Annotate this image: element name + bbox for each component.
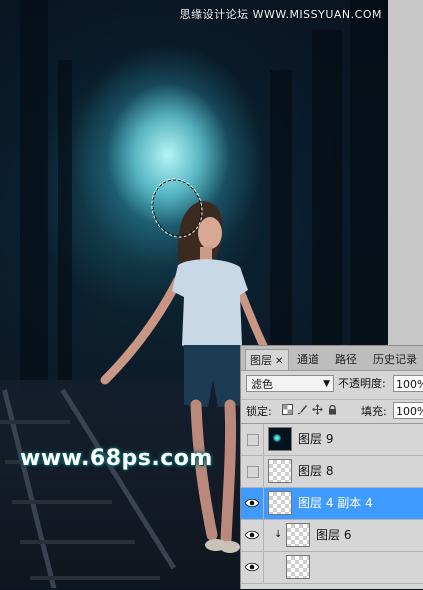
move-lock-icon[interactable] xyxy=(311,404,323,416)
opacity-label: 不透明度: xyxy=(338,377,386,390)
lock-row: 锁定: 填充: 100% xyxy=(241,399,423,422)
tab-history[interactable]: 历史记录 xyxy=(369,349,423,370)
tree-trunk xyxy=(312,30,342,390)
fill-input[interactable]: 100% xyxy=(393,402,423,419)
layer-name: 图层 6 xyxy=(316,528,352,542)
tree-trunk xyxy=(20,0,48,390)
visibility-cell[interactable] xyxy=(241,424,264,455)
tab-channels[interactable]: 通道 xyxy=(293,349,329,370)
panel-tab-bar: 图层 ✕ 通道 路径 历史记录 xyxy=(241,346,423,371)
visibility-cell[interactable] xyxy=(241,456,264,487)
brush-lock-icon[interactable] xyxy=(296,404,308,416)
tree-trunk xyxy=(58,60,72,380)
tab-paths[interactable]: 路径 xyxy=(331,349,367,370)
layer-thumbnail xyxy=(268,459,292,483)
layer-row-selected[interactable]: 图层 4 副本 4 xyxy=(241,488,423,520)
eye-icon[interactable] xyxy=(245,562,259,572)
site-watermark: www.68ps.com xyxy=(20,446,213,471)
lock-label: 锁定: xyxy=(246,405,272,418)
layer-thumbnail xyxy=(268,491,292,515)
layer-list: 图层 9 图层 8 图层 4 副本 4 ↓ 图层 6 xyxy=(241,423,423,590)
layer-thumbnail xyxy=(286,555,310,579)
visibility-cell[interactable] xyxy=(241,552,264,583)
layer-row[interactable]: 图层 8 xyxy=(241,456,423,488)
tab-layers[interactable]: 图层 ✕ xyxy=(245,349,289,370)
brand-watermark: 思缘设计论坛 WWW.MISSYUAN.COM xyxy=(179,8,382,21)
layer-name: 图层 4 副本 4 xyxy=(298,496,373,510)
tab-label: 历史记录 xyxy=(373,353,417,366)
layer-name: 图层 9 xyxy=(298,432,334,446)
visibility-cell[interactable] xyxy=(241,488,264,519)
blend-mode-value: 滤色 xyxy=(251,378,273,391)
rail-sleeper xyxy=(0,420,70,424)
layer-row[interactable]: ↓ 图层 6 xyxy=(241,520,423,552)
tab-label: 图层 xyxy=(250,354,272,367)
padlock-icon[interactable] xyxy=(326,404,338,416)
clipping-mask-icon: ↓ xyxy=(274,529,283,540)
blend-mode-select[interactable]: 滤色 ▼ xyxy=(246,375,334,392)
layer-name: 图层 8 xyxy=(298,464,334,478)
close-icon[interactable]: ✕ xyxy=(275,356,283,367)
visibility-off-icon[interactable] xyxy=(247,434,259,446)
layers-panel: 图层✕ 通道 路径 历史记录 滤色 ▼ 不透明度: 100% 锁定: xyxy=(240,345,423,589)
tree-trunk xyxy=(350,0,388,400)
eye-icon[interactable] xyxy=(245,498,259,508)
tab-label: 通道 xyxy=(297,353,319,366)
canvas-pasteboard xyxy=(388,0,423,345)
eye-icon[interactable] xyxy=(245,530,259,540)
layer-row[interactable]: 图层 9 xyxy=(241,424,423,456)
transparency-lock-icon[interactable] xyxy=(281,404,293,416)
tab-label: 路径 xyxy=(335,353,357,366)
fill-label: 填充: xyxy=(361,405,387,418)
chevron-down-icon: ▼ xyxy=(323,379,330,389)
visibility-cell[interactable] xyxy=(241,520,264,551)
opacity-input[interactable]: 100% xyxy=(393,375,423,392)
visibility-off-icon[interactable] xyxy=(247,466,259,478)
layer-row[interactable] xyxy=(241,552,423,584)
blend-row: 滤色 ▼ 不透明度: 100% xyxy=(241,373,423,395)
layer-thumbnail xyxy=(286,523,310,547)
layer-thumbnail xyxy=(268,427,292,451)
rail-sleeper xyxy=(12,500,112,504)
